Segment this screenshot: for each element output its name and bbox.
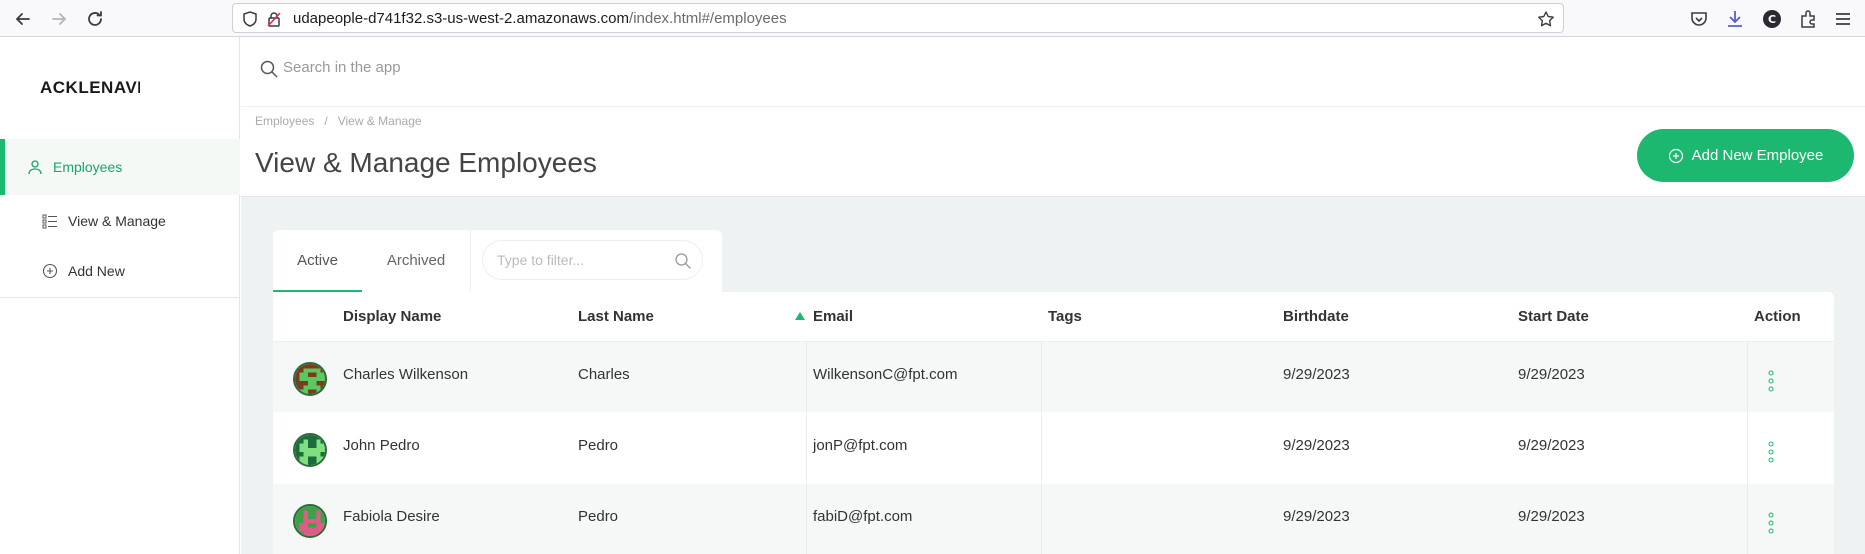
sidebar: ACKLENAVENUE Employees View & Manage Add…	[0, 37, 240, 554]
column-divider	[1747, 484, 1748, 554]
cell-start-date: 9/29/2023	[1518, 437, 1585, 454]
identicon-avatar	[295, 506, 325, 536]
row-actions-icon[interactable]	[1767, 512, 1775, 534]
column-tags[interactable]: Tags	[1048, 308, 1082, 325]
url-text: udapeople-d741f32.s3-us-west-2.amazonaws…	[293, 10, 787, 27]
sidebar-item-view-manage[interactable]: View & Manage	[0, 193, 240, 249]
column-last-name[interactable]: Last Name	[578, 308, 654, 325]
app-search-bar: Search in the app	[241, 37, 1865, 107]
column-divider	[1041, 413, 1042, 484]
cell-birthdate: 9/29/2023	[1283, 437, 1350, 454]
add-new-employee-label: Add New Employee	[1691, 147, 1824, 164]
column-divider	[1747, 342, 1748, 413]
row-actions-icon[interactable]	[1767, 370, 1775, 392]
reload-button[interactable]	[84, 8, 106, 30]
cell-last-name: Charles	[578, 366, 630, 383]
lock-insecure-icon[interactable]	[265, 10, 283, 28]
add-new-employee-button[interactable]: Add New Employee	[1637, 129, 1854, 182]
plus-circle-icon	[42, 263, 58, 279]
sidebar-item-add-new[interactable]: Add New	[0, 243, 240, 299]
download-icon[interactable]	[1724, 8, 1746, 30]
column-divider	[1041, 342, 1042, 413]
cell-display-name: Charles Wilkenson	[343, 366, 469, 383]
identicon-avatar	[295, 435, 325, 465]
tab-archived[interactable]: Archived	[362, 230, 470, 292]
column-divider	[806, 484, 807, 554]
column-display-name[interactable]: Display Name	[343, 308, 441, 325]
menu-icon[interactable]	[1832, 8, 1854, 30]
table-row[interactable]: Fabiola Desire Pedro fabiD@fpt.com 9/29/…	[273, 484, 1834, 554]
sidebar-divider	[0, 297, 240, 298]
breadcrumb-item-employees[interactable]: Employees	[255, 114, 314, 128]
cell-start-date: 9/29/2023	[1518, 508, 1585, 525]
cell-birthdate: 9/29/2023	[1283, 508, 1350, 525]
page-header: Employees / View & Manage View & Manage Em…	[241, 107, 1865, 197]
url-bar[interactable]: udapeople-d741f32.s3-us-west-2.amazonaws…	[232, 3, 1564, 33]
shield-icon[interactable]	[241, 10, 259, 28]
tab-active[interactable]: Active	[273, 230, 362, 292]
row-actions-icon[interactable]	[1767, 441, 1775, 463]
cell-email: fabiD@fpt.com	[813, 508, 913, 525]
arrow-left-icon	[15, 13, 30, 25]
forward-button[interactable]	[48, 8, 70, 30]
logo[interactable]: ACKLENAVENUE	[40, 78, 140, 98]
cell-birthdate: 9/29/2023	[1283, 366, 1350, 383]
table-row[interactable]: John Pedro Pedro jonP@fpt.com 9/29/2023 …	[273, 413, 1834, 484]
identicon-avatar	[295, 364, 325, 394]
browser-toolbar: udapeople-d741f32.s3-us-west-2.amazonaws…	[0, 0, 1865, 37]
user-icon	[28, 160, 42, 175]
column-birthdate[interactable]: Birthdate	[1283, 308, 1349, 325]
cell-last-name: Pedro	[578, 437, 619, 454]
search-icon	[260, 60, 278, 78]
column-divider	[806, 342, 807, 413]
sidebar-item-label: Employees	[53, 159, 123, 175]
filter-input[interactable]: Type to filter...	[482, 240, 703, 280]
sidebar-item-employees[interactable]: Employees	[0, 139, 240, 195]
breadcrumb-separator: /	[324, 114, 328, 128]
reload-icon	[88, 11, 102, 26]
sort-ascending-icon[interactable]	[795, 312, 805, 320]
search-input[interactable]: Search in the app	[283, 59, 401, 76]
svg-text:C: C	[1768, 13, 1776, 26]
breadcrumb: Employees / View & Manage	[255, 114, 422, 128]
url-host: udapeople-d741f32.s3-us-west-2.amazonaws…	[293, 10, 630, 27]
column-start-date[interactable]: Start Date	[1518, 308, 1589, 325]
avatar	[293, 362, 327, 396]
column-divider	[1747, 413, 1748, 484]
back-button[interactable]	[12, 8, 34, 30]
content-area: Active Archived Type to filter... Displa…	[241, 197, 1865, 554]
breadcrumb-item-view-manage[interactable]: View & Manage	[338, 114, 422, 128]
search-icon	[675, 253, 691, 269]
table-row[interactable]: Charles Wilkenson Charles WilkensonC@fpt…	[273, 342, 1834, 413]
column-action: Action	[1754, 308, 1801, 325]
employees-table: Display Name Last Name Email Tags Birthd…	[273, 292, 1834, 554]
tabs-card: Active Archived Type to filter...	[273, 230, 722, 292]
pocket-icon[interactable]	[1688, 8, 1710, 30]
arrow-right-icon	[52, 13, 67, 25]
column-divider	[806, 413, 807, 484]
star-icon[interactable]	[1537, 10, 1555, 28]
plus-circle-icon	[1668, 148, 1683, 163]
filter-placeholder: Type to filter...	[497, 252, 585, 268]
cell-last-name: Pedro	[578, 508, 619, 525]
account-avatar-icon[interactable]: C	[1761, 8, 1783, 30]
page-title: View & Manage Employees	[255, 147, 597, 178]
sidebar-item-label: Add New	[68, 263, 125, 279]
cell-email: jonP@fpt.com	[813, 437, 908, 454]
url-path: /index.html#/employees	[629, 10, 787, 27]
column-divider	[1041, 484, 1042, 554]
list-icon	[42, 214, 57, 229]
avatar	[293, 504, 327, 538]
cell-email: WilkensonC@fpt.com	[813, 366, 958, 383]
cell-start-date: 9/29/2023	[1518, 366, 1585, 383]
tab-divider	[470, 230, 471, 292]
cell-display-name: John Pedro	[343, 437, 420, 454]
sidebar-item-label: View & Manage	[68, 213, 166, 229]
table-header: Display Name Last Name Email Tags Birthd…	[273, 292, 1834, 342]
column-email[interactable]: Email	[813, 308, 853, 325]
avatar	[293, 433, 327, 467]
extensions-icon[interactable]	[1797, 8, 1819, 30]
cell-display-name: Fabiola Desire	[343, 508, 440, 525]
